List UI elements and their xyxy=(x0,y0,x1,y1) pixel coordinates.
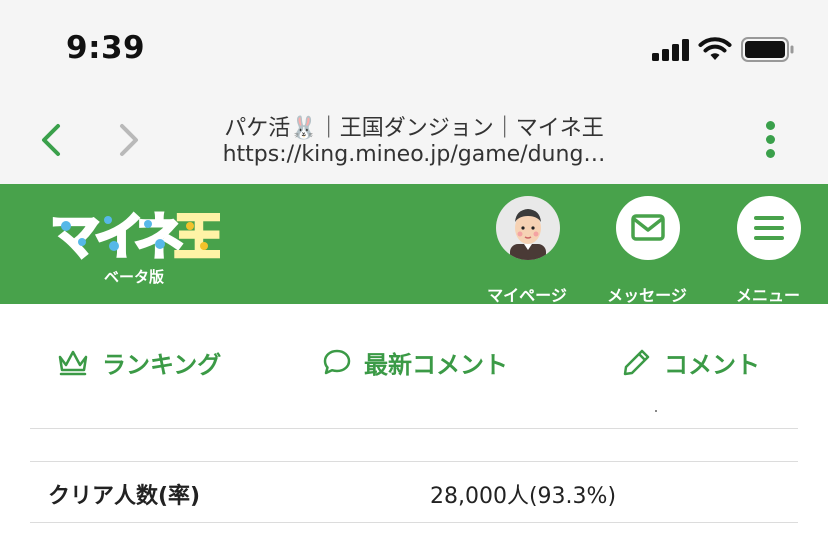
cellular-signal-icon xyxy=(652,39,690,61)
hamburger-icon xyxy=(737,196,801,260)
menu-button[interactable]: メニュー xyxy=(718,196,818,305)
clear-count-value: 28,000人(93.3%) xyxy=(430,484,617,509)
speech-bubble-icon xyxy=(323,349,351,375)
logo-char-ma: マ xyxy=(50,208,100,264)
wifi-icon xyxy=(698,37,732,60)
clear-count-label: クリア人数(率) xyxy=(48,484,201,509)
comment-label: コメント xyxy=(664,350,760,379)
latest-comments-label: 最新コメント xyxy=(364,350,508,379)
browser-toolbar: パケ活🐰｜王国ダンジョン｜マイネ王 https://king.mineo.jp/… xyxy=(0,100,828,184)
mypage-button[interactable]: マイページ xyxy=(477,196,577,305)
comment-link[interactable]: コメント xyxy=(622,342,760,382)
more-options-icon[interactable] xyxy=(762,120,780,160)
browser-url[interactable]: https://king.mineo.jp/game/dung… xyxy=(160,142,668,167)
sub-navigation: ランキング 最新コメント コメント xyxy=(0,304,828,414)
clear-stat-row: クリア人数(率) 28,000人(93.3%) xyxy=(30,462,798,522)
site-header: マ イ ネ 王 ベータ版 マイページ メッセージ メニュー xyxy=(0,184,828,305)
forward-arrow-icon[interactable] xyxy=(114,120,144,160)
status-bar: 9:39 xyxy=(0,0,828,100)
ranking-label: ランキング xyxy=(102,350,222,379)
logo-char-ou: 王 xyxy=(174,208,220,264)
envelope-icon xyxy=(616,196,680,260)
mypage-label: マイページ xyxy=(487,286,567,305)
ranking-link[interactable]: ランキング xyxy=(56,342,221,382)
beta-label: ベータ版 xyxy=(104,268,165,286)
crown-icon xyxy=(58,350,88,376)
divider xyxy=(30,522,798,523)
battery-icon xyxy=(741,37,794,62)
browser-page-title[interactable]: パケ活🐰｜王国ダンジョン｜マイネ王 xyxy=(160,110,668,142)
divider xyxy=(30,428,798,429)
messages-label: メッセージ xyxy=(607,286,687,305)
menu-label: メニュー xyxy=(735,286,800,305)
back-arrow-icon[interactable] xyxy=(36,120,66,160)
scroll-artifact xyxy=(655,410,657,412)
latest-comments-link[interactable]: 最新コメント xyxy=(322,342,508,382)
pencil-icon xyxy=(623,349,650,376)
avatar-icon xyxy=(496,196,560,260)
site-logo[interactable]: マ イ ネ 王 xyxy=(48,204,221,265)
status-time: 9:39 xyxy=(66,30,146,66)
messages-button[interactable]: メッセージ xyxy=(597,196,697,305)
